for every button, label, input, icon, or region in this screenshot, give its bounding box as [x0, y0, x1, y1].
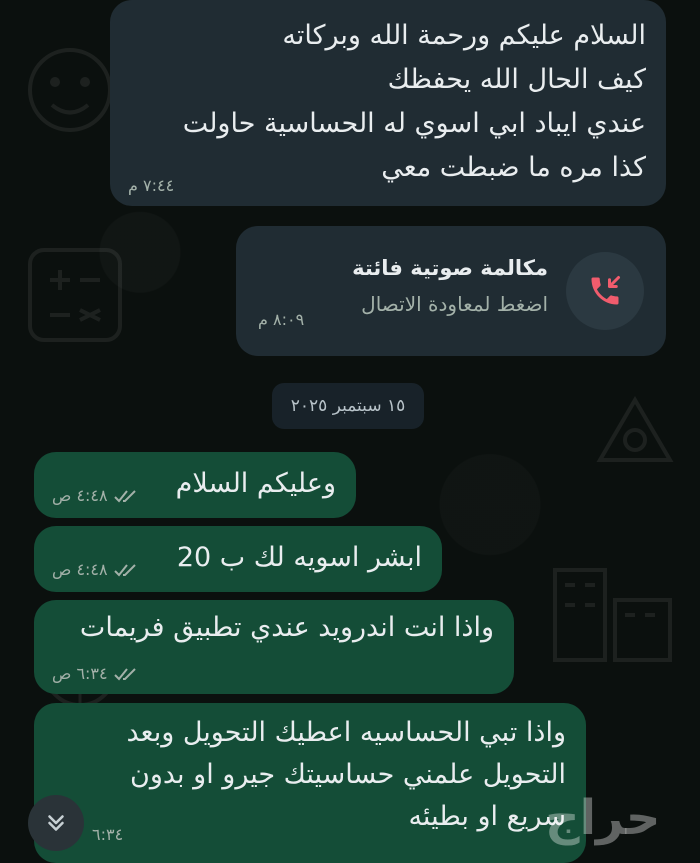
watermark-text: حراج	[545, 790, 661, 846]
outgoing-message[interactable]: واذا انت اندرويد عندي تطبيق فريمات ٦:٣٤ …	[34, 600, 514, 694]
message-line: سريع او بطيئه	[408, 801, 566, 832]
date-label: ١٥ سبتمبر ٢٠٢٥	[290, 396, 406, 416]
missed-call-icon-wrapper	[566, 252, 644, 330]
message-line: كذا مره ما ضبطت معي	[381, 152, 646, 183]
message-line: واذا تبي الحساسيه اعطيك التحويل وبعد	[126, 717, 567, 748]
message-meta: ٤:٤٨ ص	[52, 560, 144, 579]
doodle-pattern	[596, 396, 674, 462]
message-line: السلام عليكم ورحمة الله وبركاته	[282, 20, 646, 51]
outgoing-message[interactable]: وعليكم السلام ٤:٤٨ ص	[34, 452, 356, 518]
watermark-logo: حراج	[545, 790, 661, 846]
message-meta: ٨:٠٩ م	[258, 310, 304, 329]
message-time: ٤:٤٨ ص	[52, 560, 108, 579]
scroll-down-button[interactable]	[28, 795, 84, 851]
call-title: مكالمة صوتية فائتة	[352, 256, 548, 280]
double-check-icon	[113, 489, 136, 502]
message-time: ٧:٤٤ م	[128, 176, 175, 195]
doodle-pattern	[28, 248, 122, 342]
incoming-message[interactable]: السلام عليكم ورحمة الله وبركاته كيف الحا…	[110, 0, 666, 206]
outgoing-message[interactable]: واذا تبي الحساسيه اعطيك التحويل وبعد الت…	[34, 703, 586, 863]
double-check-icon	[113, 667, 136, 680]
message-meta: ٦:٣٤ ص	[52, 664, 144, 683]
date-separator: ١٥ سبتمبر ٢٠٢٥	[272, 383, 424, 429]
message-time: ٤:٤٨ ص	[52, 486, 108, 505]
message-line: عندي ايباد ابي اسوي له الحساسية حاولت	[182, 108, 646, 139]
double-check-icon	[113, 563, 136, 576]
message-time: ٨:٠٩ م	[258, 310, 305, 329]
message-text: وعليكم السلام	[175, 468, 336, 499]
message-line: التحويل علمني حساسيتك جيرو او بدون	[130, 759, 566, 790]
double-chevron-down-icon	[48, 815, 64, 831]
message-meta: ٧:٤٤ م	[128, 176, 174, 195]
missed-call-message[interactable]: مكالمة صوتية فائتة اضغط لمعاودة الاتصال …	[236, 226, 666, 356]
message-meta: ٦:٣٤	[92, 825, 123, 844]
message-time: ٦:٣٤ ص	[52, 664, 108, 683]
message-text: ابشر اسويه لك ب 20	[176, 542, 422, 573]
missed-call-icon	[591, 276, 620, 305]
message-time: ٦:٣٤	[92, 825, 124, 844]
message-line: كيف الحال الله يحفظك	[387, 64, 646, 95]
message-text: واذا انت اندرويد عندي تطبيق فريمات	[79, 612, 494, 643]
outgoing-message[interactable]: ابشر اسويه لك ب 20 ٤:٤٨ ص	[34, 526, 442, 592]
doodle-pattern	[553, 568, 672, 662]
message-meta: ٤:٤٨ ص	[52, 486, 144, 505]
call-subtitle: اضغط لمعاودة الاتصال	[361, 292, 548, 316]
